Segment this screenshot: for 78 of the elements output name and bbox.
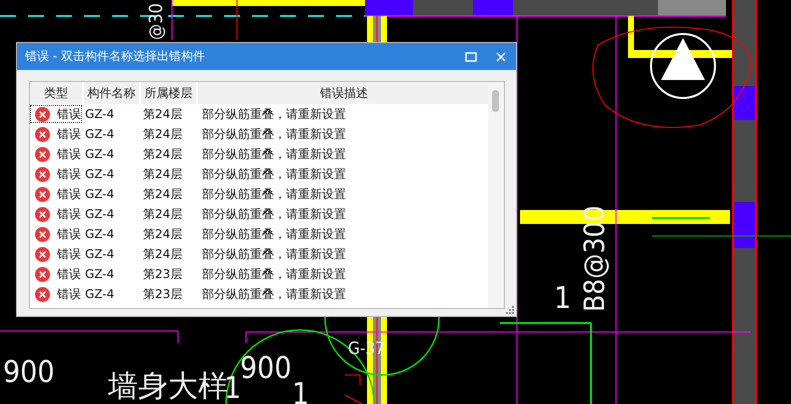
maximize-icon [465,52,477,62]
table-cell-text: 第24层 [142,186,184,202]
error-icon [35,266,50,282]
table-cell-text: 部分纵筋重叠，请重新设置 [201,286,346,302]
table-cell[interactable]: 错误 [30,245,82,263]
drawing-label: G-37 [348,339,385,359]
error-icon [35,286,50,302]
table-cell[interactable]: 错误 [30,225,82,243]
table-cell-text: 第24层 [142,126,184,142]
error-type: 错误 [57,166,81,182]
table-cell-text: 第24层 [142,146,184,162]
table-cell[interactable]: GZ-4 [82,285,140,303]
table-cell-text: 部分纵筋重叠，请重新设置 [201,206,346,222]
close-icon [496,52,506,62]
table-cell-text: 第24层 [142,226,184,242]
column-header[interactable]: 构件名称 [84,82,139,104]
drawing-label: 900 [3,355,55,390]
table-cell-text: 第24层 [142,106,184,122]
drawing-label: 1 [292,377,310,404]
table-cell[interactable]: 错误 [30,205,82,223]
error-icon [35,206,50,222]
table-cell-text: 第23层 [142,286,184,302]
drawing-label: 900 [240,351,292,386]
error-icon [35,146,50,162]
table-cell-text: 部分纵筋重叠，请重新设置 [201,226,346,242]
table-cell[interactable]: GZ-4 [82,145,140,163]
table-cell[interactable]: GZ-4 [82,165,140,183]
drawing-label: 1 [554,281,572,316]
table-cell[interactable]: GZ-4 [82,185,140,203]
error-type: 错误 [57,226,81,242]
table-cell[interactable]: GZ-4 [82,205,140,223]
error-icon [35,166,50,182]
table-cell-text: 部分纵筋重叠，请重新设置 [201,186,346,202]
table-cell[interactable]: GZ-4 [82,245,140,263]
error-type: 错误 [57,206,81,222]
error-type: 错误 [57,266,81,282]
table-cell-text: 部分纵筋重叠，请重新设置 [201,166,346,182]
error-type: 错误 [57,186,81,202]
table-cell-text: 部分纵筋重叠，请重新设置 [201,246,346,262]
error-type: 错误 [57,126,81,142]
column-header[interactable]: 类型 [30,82,82,104]
table-cell-text: 第24层 [142,206,184,222]
table-cell[interactable]: 错误 [30,105,82,123]
table-cell[interactable]: 错误 [30,265,82,283]
table-cell-text: 第23层 [142,266,184,282]
table-cell-text: 部分纵筋重叠，请重新设置 [201,106,346,122]
error-type: 错误 [57,106,81,122]
table-cell[interactable]: 错误 [30,165,82,183]
error-icon [35,246,50,262]
drawing-label: B8@300 [578,205,611,312]
error-icon [35,186,50,202]
column-header[interactable]: 所属楼层 [141,82,196,104]
resize-grip-icon[interactable] [506,306,514,314]
column-header[interactable]: 错误描述 [198,82,490,104]
table-cell[interactable]: 错误 [30,185,82,203]
error-type: 错误 [57,246,81,262]
scrollbar[interactable] [488,82,504,308]
table-cell-text: 第24层 [142,166,184,182]
error-icon [35,226,50,242]
table-cell-text: 部分纵筋重叠，请重新设置 [201,146,346,162]
error-icon [35,126,50,142]
table-cell-text: 第24层 [142,246,184,262]
table-cell[interactable]: 错误 [30,125,82,143]
table-cell[interactable]: 错误 [30,145,82,163]
table-cell-text: 部分纵筋重叠，请重新设置 [201,126,346,142]
table-cell[interactable]: GZ-4 [82,225,140,243]
drawing-label: @30 [146,3,167,40]
table-cell-text: 部分纵筋重叠，请重新设置 [201,266,346,282]
dialog-title: 错误 - 双击构件名称选择出错构件 [25,48,206,65]
error-type: 错误 [57,146,81,162]
error-icon [35,106,50,122]
table-cell[interactable]: 错误 [30,285,82,303]
table-cell[interactable]: GZ-4 [82,265,140,283]
scrollbar-thumb[interactable] [492,90,499,112]
drawing-label: 墙身大样 [108,369,228,404]
table-cell[interactable]: GZ-4 [82,125,140,143]
table-cell[interactable]: GZ-4 [82,105,140,123]
error-type: 错误 [57,286,81,302]
